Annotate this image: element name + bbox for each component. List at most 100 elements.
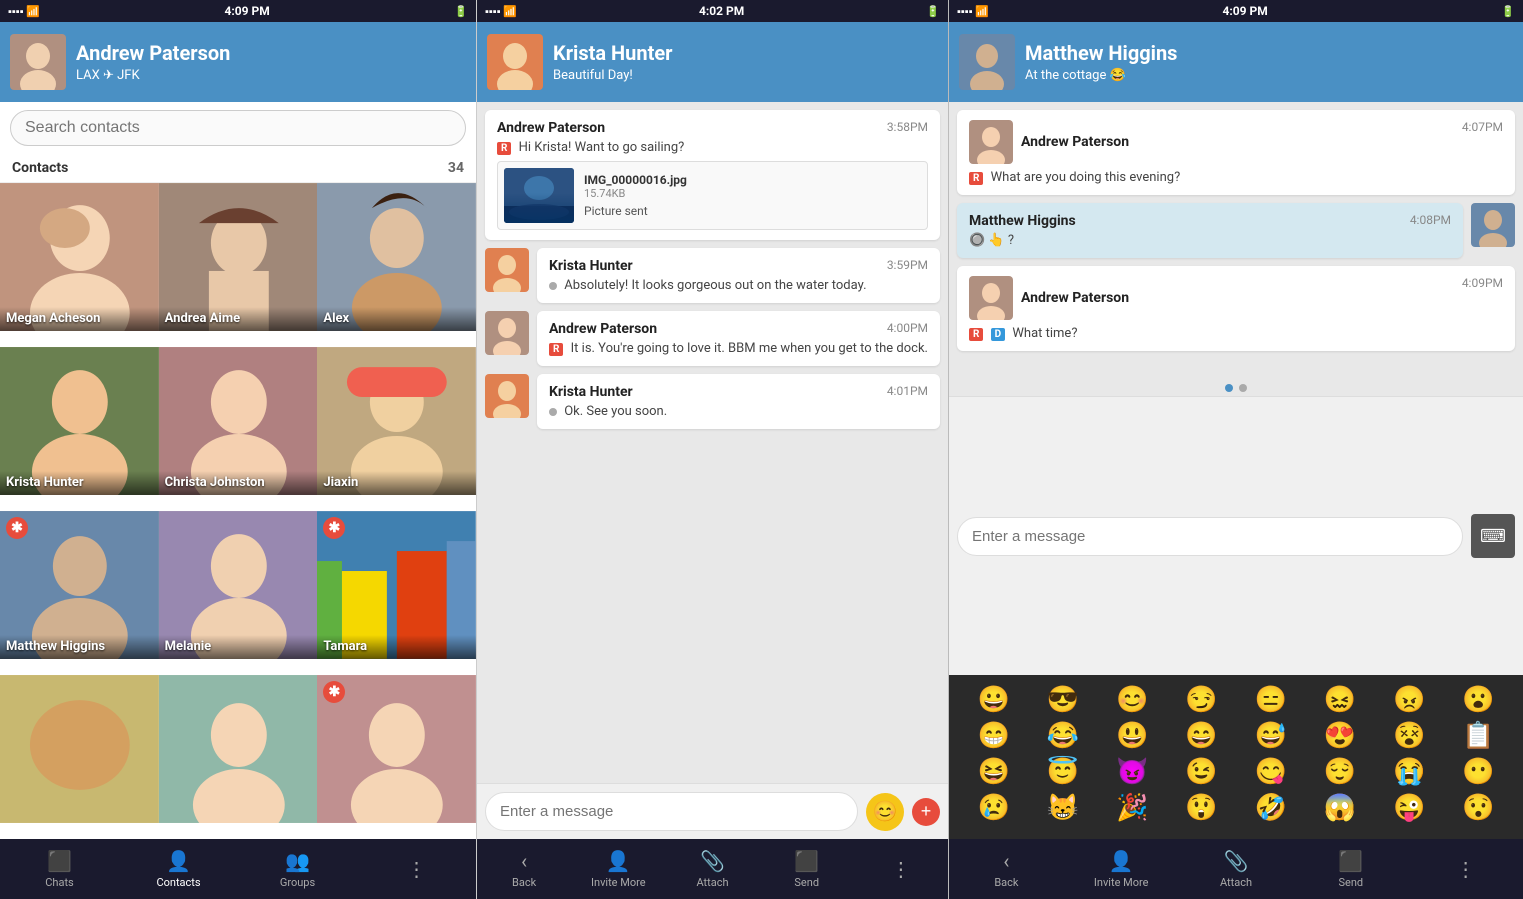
nav-send-3[interactable]: ⬛ Send [1293,839,1408,899]
contact-cell-p12[interactable]: ✱ [317,675,476,823]
nav-invite-label-2: Invite More [591,876,646,889]
krista-header-name: Krista Hunter [553,41,938,65]
status-icons-2: ▪▪▪▪ 📶 [485,5,517,18]
nav-attach-2[interactable]: 📎 Attach [665,839,759,899]
time-1: 4:09 PM [225,4,270,18]
matthew-msg-2: Matthew Higgins 4:08PM 🔘 👆 ? [957,203,1515,258]
nav-contacts[interactable]: 👤 Contacts [119,839,238,899]
contact-cell-andrea[interactable]: Andrea Aime [159,183,318,331]
emoji-😈[interactable]: 😈 [1114,757,1150,787]
nav-more-2[interactable]: ⋮ [854,839,948,899]
emoji-😸[interactable]: 😸 [1045,793,1081,823]
emoji-😑[interactable]: 😑 [1252,685,1288,715]
msg-text-2: Absolutely! It looks gorgeous out on the… [549,278,928,293]
emoji-row-3: 😆 😇 😈 😉 😋 😌 😭 😶 [959,757,1513,787]
emoji-😢[interactable]: 😢 [975,793,1011,823]
contact-cell-krista[interactable]: Krista Hunter [0,347,159,495]
matthew-msg-header-3: Andrew Paterson 4:09PM [969,276,1503,320]
nav-chats[interactable]: ⬛ Chats [0,839,119,899]
msg-time-1: 3:58PM [887,120,928,134]
matthew-msg-time-2: 4:08PM [1410,213,1451,227]
emoji-😃[interactable]: 😃 [1114,721,1150,751]
emoji-😜[interactable]: 😜 [1391,793,1427,823]
search-input[interactable] [10,110,466,146]
emoji-😀[interactable]: 😀 [975,685,1011,715]
contact-cell-p10[interactable] [0,675,159,823]
nav-back-2[interactable]: ‹ Back [477,839,571,899]
matthew-msg-text-2: 🔘 👆 ? [969,233,1451,248]
emoji-😊[interactable]: 😊 [1114,685,1150,715]
krista-message-input[interactable] [485,792,858,831]
battery-2: 🔋 [926,5,940,18]
nav-more-3[interactable]: ⋮ [1408,839,1523,899]
nav-groups[interactable]: 👥 Groups [238,839,357,899]
emoji-😯[interactable]: 😯 [1460,793,1496,823]
emoji-😌[interactable]: 😌 [1322,757,1358,787]
emoji-😍[interactable]: 😍 [1322,721,1358,751]
groups-icon: 👥 [285,849,310,873]
matthew-chat-panel: ▪▪▪▪ 📶 4:09 PM 🔋 Matthew Higgins At the … [949,0,1523,899]
back-icon-3: ‹ [1003,849,1009,873]
emoji-😇[interactable]: 😇 [1045,757,1081,787]
matthew-header-status: At the cottage 😂 [1025,68,1513,83]
krista-emoji-button[interactable]: 😊 [866,793,904,831]
contact-cell-melanie[interactable]: Melanie [159,511,318,659]
emoji-😅[interactable]: 😅 [1252,721,1288,751]
emoji-row-2: 😁 😂 😃 😄 😅 😍 😵 📋 [959,721,1513,751]
msg-dot-4 [549,408,557,416]
battery-3: 🔋 [1501,5,1515,18]
msg-bubble-3: Andrew Paterson 4:00PM R It is. You're g… [537,311,940,366]
emoji-😄[interactable]: 😄 [1183,721,1219,751]
matthew-msg-sender-2: Matthew Higgins [969,213,1076,229]
contact-cell-megan[interactable]: Megan Acheson [0,183,159,331]
emoji-😂[interactable]: 😂 [1045,721,1081,751]
contact-cell-jiaxin[interactable]: Jiaxin [317,347,476,495]
bottom-nav-1: ⬛ Chats 👤 Contacts 👥 Groups ⋮ [0,839,476,899]
emoji-😁[interactable]: 😁 [975,721,1011,751]
emoji-😋[interactable]: 😋 [1252,757,1288,787]
andrew-avatar-msg [485,311,529,355]
nav-invite-2[interactable]: 👤 Invite More [571,839,665,899]
emoji-😮[interactable]: 😮 [1460,685,1496,715]
emoji-😎[interactable]: 😎 [1045,685,1081,715]
emoji-😆[interactable]: 😆 [975,757,1011,787]
contact-cell-alex[interactable]: Alex [317,183,476,331]
contacts-header-name: Andrew Paterson [76,41,466,65]
contact-cell-matthew[interactable]: ✱ Matthew Higgins [0,511,159,659]
krista-plus-button[interactable]: + [912,798,940,826]
emoji-😭[interactable]: 😭 [1391,757,1427,787]
keyboard-toggle-button[interactable]: ⌨ [1471,514,1515,558]
matthew-msg-sender-3: Andrew Paterson [1021,290,1129,306]
contact-cell-christa[interactable]: Christa Johnston [159,347,318,495]
status-bar-2: ▪▪▪▪ 📶 4:02 PM 🔋 [477,0,948,22]
contact-name-christa: Christa Johnston [159,471,318,495]
emoji-😱[interactable]: 😱 [1322,793,1358,823]
nav-invite-3[interactable]: 👤 Invite More [1064,839,1179,899]
krista-header-info: Krista Hunter Beautiful Day! [553,41,938,83]
nav-send-2[interactable]: ⬛ Send [760,839,854,899]
emoji-😏[interactable]: 😏 [1183,685,1219,715]
emoji-😲[interactable]: 😲 [1183,793,1219,823]
msg-img-filename: IMG_00000016.jpg [584,173,921,187]
msg-sender-2: Krista Hunter [549,258,633,274]
nav-back-3[interactable]: ‹ Back [949,839,1064,899]
matthew-msg-badge-1: R [969,172,983,185]
msg-attachment-1: IMG_00000016.jpg 15.74KB Picture sent [497,161,928,230]
emoji-🎉[interactable]: 🎉 [1114,793,1150,823]
emoji-😖[interactable]: 😖 [1322,685,1358,715]
emoji-😉[interactable]: 😉 [1183,757,1219,787]
emoji-😠[interactable]: 😠 [1391,685,1427,715]
matthew-message-input[interactable] [957,517,1463,556]
emoji-😶[interactable]: 😶 [1460,757,1496,787]
contact-cell-tamara[interactable]: ✱ Tamara [317,511,476,659]
emoji-😵[interactable]: 😵 [1391,721,1427,751]
matthew-msg-body-1: What are you doing this evening? [991,170,1181,185]
contacts-header-avatar [10,34,66,90]
nav-more-1[interactable]: ⋮ [357,839,476,899]
nav-attach-3[interactable]: 📎 Attach [1179,839,1294,899]
emoji-keyboard: 😀 😎 😊 😏 😑 😖 😠 😮 😁 😂 😃 😄 😅 😍 😵 📋 😆 😇 😈 😉 [949,675,1523,839]
emoji-📋[interactable]: 📋 [1460,721,1496,751]
contact-cell-p11[interactable] [159,675,318,823]
contacts-count: 34 [448,160,464,176]
emoji-🤣[interactable]: 🤣 [1252,793,1288,823]
